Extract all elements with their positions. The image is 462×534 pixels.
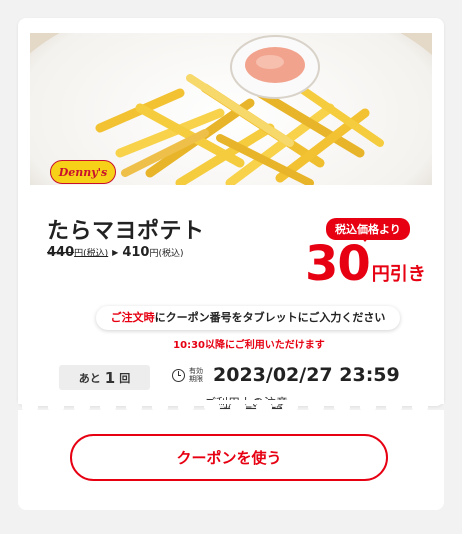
use-coupon-button[interactable]: クーポンを使う — [70, 434, 388, 481]
remaining-uses: あと 1 回 — [59, 365, 150, 390]
expiry: 有効期限 2023/02/27 23:59 — [172, 364, 400, 386]
coupon-card: Denny's たらマヨポテト 440円(税込) ▶ 410円(税込) 税込価格… — [18, 18, 444, 410]
clock-icon — [172, 368, 185, 382]
product-photo: Denny's — [30, 33, 432, 185]
discount-amount: 30 円引き — [305, 236, 426, 292]
expiry-label: 有効期限 — [189, 367, 203, 383]
triangle-right-icon: ▶ — [112, 248, 119, 257]
product-name: たらマヨポテト — [47, 219, 205, 244]
time-notice: 10:30以降にご利用いただけます — [173, 340, 325, 351]
expiry-datetime: 2023/02/27 23:59 — [213, 364, 400, 386]
order-notice: ご注文時にクーポン番号をタブレットにご入力ください — [96, 306, 400, 330]
tear-line — [18, 400, 444, 414]
brand-logo: Denny's — [50, 160, 116, 184]
price-row: 440円(税込) ▶ 410円(税込) — [47, 245, 184, 260]
discounted-price: 410円(税込) — [122, 245, 184, 260]
original-price: 440円(税込) — [47, 245, 109, 260]
